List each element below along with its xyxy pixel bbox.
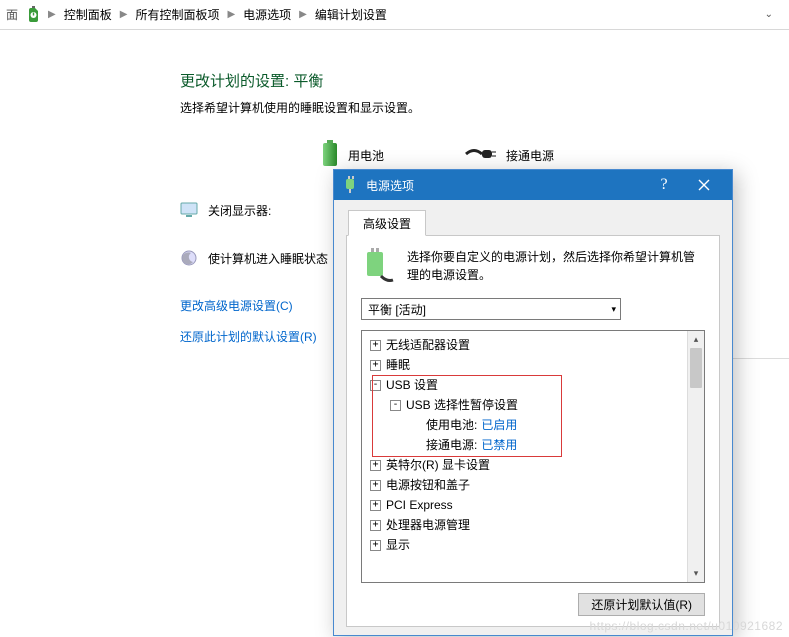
power-plug-icon <box>342 176 360 194</box>
crumb-power-options[interactable]: 电源选项 <box>239 2 295 27</box>
dialog-title: 电源选项 <box>366 177 644 194</box>
tree-node-label: USB 选择性暂停设置 <box>406 395 518 415</box>
help-button[interactable]: ? <box>644 170 684 200</box>
chevron-down-icon: ▾ <box>611 304 616 315</box>
power-plan-selected: 平衡 [活动] <box>368 301 426 318</box>
tree-node[interactable]: -USB 设置 <box>364 375 685 395</box>
expand-icon[interactable]: + <box>370 480 381 491</box>
tree-node[interactable]: + 处理器电源管理 <box>364 515 685 535</box>
close-button[interactable] <box>684 170 724 200</box>
tree-node-value[interactable]: 已禁用 <box>481 435 517 455</box>
col-battery: 用电池 <box>320 140 384 171</box>
expand-icon[interactable]: + <box>370 500 381 511</box>
decorative-divider <box>733 358 789 376</box>
chevron-right-icon[interactable]: ▶ <box>299 9 307 20</box>
expand-icon[interactable]: + <box>370 540 381 551</box>
scroll-thumb[interactable] <box>690 348 702 388</box>
tree-node-label: USB 设置 <box>386 375 438 395</box>
tab-panel-advanced: 选择你要自定义的电源计划，然后选择你希望计算机管理的电源设置。 平衡 [活动] … <box>346 236 720 627</box>
settings-tree-container: +无线适配器设置+睡眠-USB 设置-USB 选择性暂停设置使用电池:已启用接通… <box>361 330 705 583</box>
plug-icon <box>464 145 498 166</box>
col-plugged-label: 接通电源 <box>506 147 554 164</box>
row-sleep-label: 使计算机进入睡眠状态 <box>208 250 328 267</box>
column-headers: 用电池 接通电源 <box>320 140 789 171</box>
restore-plan-defaults-button[interactable]: 还原计划默认值(R) <box>578 593 705 616</box>
tree-node-label: 电源按钮和盖子 <box>386 475 470 495</box>
tab-advanced[interactable]: 高级设置 <box>348 210 426 236</box>
scroll-up-button[interactable]: ▴ <box>688 331 704 348</box>
crumb-all-items[interactable]: 所有控制面板项 <box>131 2 223 27</box>
crumb-control-panel[interactable]: 控制面板 <box>60 2 116 27</box>
tree-node[interactable]: + 英特尔(R) 显卡设置 <box>364 455 685 475</box>
tree-node[interactable]: + PCI Express <box>364 495 685 515</box>
tree-node-label: PCI Express <box>386 495 453 515</box>
settings-tree[interactable]: +无线适配器设置+睡眠-USB 设置-USB 选择性暂停设置使用电池:已启用接通… <box>362 331 687 582</box>
scroll-down-button[interactable]: ▾ <box>688 565 704 582</box>
collapse-icon[interactable]: - <box>370 380 381 391</box>
tree-node-label: 接通电源: <box>426 435 477 455</box>
collapse-icon[interactable]: - <box>390 400 401 411</box>
address-bar: 面 ▶ 控制面板 ▶ 所有控制面板项 ▶ 电源选项 ▶ 编辑计划设置 ⌄ <box>0 0 789 30</box>
power-plan-select[interactable]: 平衡 [活动] ▾ <box>361 298 621 320</box>
tree-node-label: 显示 <box>386 535 410 555</box>
monitor-icon <box>180 201 198 219</box>
tree-node-label: 英特尔(R) 显卡设置 <box>386 455 490 475</box>
tree-node-value[interactable]: 已启用 <box>481 415 517 435</box>
tree-leaf[interactable]: 使用电池:已启用 <box>364 415 685 435</box>
battery-icon <box>320 140 340 171</box>
chevron-right-icon[interactable]: ▶ <box>48 9 56 20</box>
moon-icon <box>180 249 198 267</box>
tree-node[interactable]: + 睡眠 <box>364 355 685 375</box>
power-plan-icon <box>361 248 397 284</box>
tree-node-label: 睡眠 <box>386 355 410 375</box>
power-folder-icon[interactable] <box>26 6 44 24</box>
col-battery-label: 用电池 <box>348 147 384 164</box>
col-plugged: 接通电源 <box>464 145 554 166</box>
expand-icon[interactable]: + <box>370 460 381 471</box>
tree-node-label: 处理器电源管理 <box>386 515 470 535</box>
dialog-titlebar[interactable]: 电源选项 ? <box>334 170 732 200</box>
power-options-dialog: 电源选项 ? 高级设置 选择你要自定义的电源计划，然后选择你希望计算机管理的电源… <box>333 169 733 636</box>
expand-icon[interactable]: + <box>370 520 381 531</box>
tree-node-label: 使用电池: <box>426 415 477 435</box>
back-text: 面 <box>6 6 18 23</box>
dialog-description: 选择你要自定义的电源计划，然后选择你希望计算机管理的电源设置。 <box>407 248 705 284</box>
tree-scrollbar[interactable]: ▴ ▾ <box>687 331 704 582</box>
page-subtitle: 选择希望计算机使用的睡眠设置和显示设置。 <box>180 99 789 116</box>
tree-node-label: 无线适配器设置 <box>386 335 470 355</box>
breadcrumb: ▶ 控制面板 ▶ 所有控制面板项 ▶ 电源选项 ▶ 编辑计划设置 <box>48 2 755 27</box>
tree-node[interactable]: + 电源按钮和盖子 <box>364 475 685 495</box>
chevron-right-icon[interactable]: ▶ <box>120 9 128 20</box>
tree-node[interactable]: + 无线适配器设置 <box>364 335 685 355</box>
page-title: 更改计划的设置: 平衡 <box>180 70 789 91</box>
expand-icon[interactable]: + <box>370 360 381 371</box>
dialog-footer: 还原计划默认值(R) <box>361 583 705 616</box>
tree-leaf[interactable]: 接通电源:已禁用 <box>364 435 685 455</box>
crumb-edit-plan[interactable]: 编辑计划设置 <box>311 2 391 27</box>
expand-icon[interactable]: + <box>370 340 381 351</box>
dialog-body: 高级设置 选择你要自定义的电源计划，然后选择你希望计算机管理的电源设置。 平衡 … <box>334 200 732 635</box>
chevron-right-icon[interactable]: ▶ <box>227 9 235 20</box>
tree-node[interactable]: + 显示 <box>364 535 685 555</box>
dialog-tabs: 高级设置 <box>346 210 720 236</box>
address-dropdown-icon[interactable]: ⌄ <box>755 9 783 20</box>
dialog-description-row: 选择你要自定义的电源计划，然后选择你希望计算机管理的电源设置。 <box>361 248 705 284</box>
row-display-off-label: 关闭显示器: <box>208 202 271 219</box>
tree-node[interactable]: -USB 选择性暂停设置 <box>364 395 685 415</box>
